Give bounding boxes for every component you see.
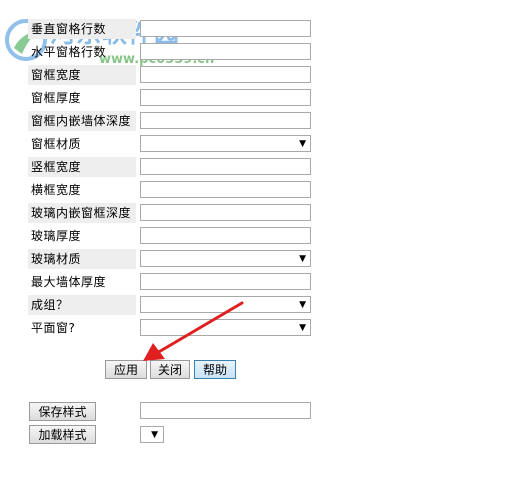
- label-frame-width: 窗框宽度: [28, 65, 136, 85]
- glass-material-select[interactable]: ▼: [140, 250, 311, 267]
- load-style-button[interactable]: 加载样式: [29, 425, 96, 444]
- dropdown-arrow-icon: ▼: [299, 323, 306, 333]
- label-max-wall-thickness: 最大墙体厚度: [31, 275, 107, 289]
- row-mullion-width: 竖框宽度: [28, 157, 311, 177]
- label-frame-wall-depth: 窗框内嵌墙体深度: [28, 111, 136, 131]
- row-frame-thickness: 窗框厚度: [28, 88, 311, 108]
- load-style-select[interactable]: ▼: [140, 426, 164, 443]
- horizontal-panes-input[interactable]: [140, 43, 311, 60]
- label-group: 成组？: [28, 295, 136, 315]
- dropdown-arrow-icon: ▼: [151, 430, 158, 440]
- save-style-button[interactable]: 保存样式: [29, 402, 96, 421]
- row-frame-width: 窗框宽度: [28, 65, 311, 85]
- label-glass-thickness: 玻璃厚度: [31, 229, 82, 243]
- vertical-panes-input[interactable]: [140, 20, 311, 37]
- frame-material-select[interactable]: ▼: [140, 135, 311, 152]
- style-name-input[interactable]: [140, 402, 311, 419]
- label-glass-frame-depth: 玻璃内嵌窗框深度: [28, 203, 136, 223]
- annotation-arrow-icon: [143, 301, 244, 361]
- row-glass-thickness: 玻璃厚度: [28, 226, 311, 246]
- row-glass-material: 玻璃材质 ▼: [28, 249, 311, 269]
- mullion-width-input[interactable]: [140, 158, 311, 175]
- frame-wall-depth-input[interactable]: [140, 112, 311, 129]
- row-max-wall-thickness: 最大墙体厚度: [28, 272, 311, 292]
- frame-thickness-input[interactable]: [140, 89, 311, 106]
- label-horizontal-panes: 水平窗格行数: [31, 45, 107, 59]
- glass-frame-depth-input[interactable]: [140, 204, 311, 221]
- frame-width-input[interactable]: [140, 66, 311, 83]
- label-frame-material: 窗框材质: [31, 137, 82, 151]
- glass-thickness-input[interactable]: [140, 227, 311, 244]
- max-wall-thickness-input[interactable]: [140, 273, 311, 290]
- label-flat-window: 平面窗?: [31, 321, 76, 335]
- dropdown-arrow-icon: ▼: [299, 139, 306, 149]
- label-transom-width: 横框宽度: [31, 183, 82, 197]
- label-frame-thickness: 窗框厚度: [31, 91, 82, 105]
- row-vertical-panes: 垂直窗格行数: [28, 19, 311, 39]
- transom-width-input[interactable]: [140, 181, 311, 198]
- row-horizontal-panes: 水平窗格行数: [28, 42, 311, 62]
- label-mullion-width: 竖框宽度: [28, 157, 136, 177]
- row-glass-frame-depth: 玻璃内嵌窗框深度: [28, 203, 311, 223]
- dropdown-arrow-icon: ▼: [299, 254, 306, 264]
- label-glass-material: 玻璃材质: [28, 249, 136, 269]
- dropdown-arrow-icon: ▼: [299, 300, 306, 310]
- label-vertical-panes: 垂直窗格行数: [28, 19, 136, 39]
- row-frame-material: 窗框材质 ▼: [28, 134, 311, 154]
- row-transom-width: 横框宽度: [28, 180, 311, 200]
- row-frame-wall-depth: 窗框内嵌墙体深度: [28, 111, 311, 131]
